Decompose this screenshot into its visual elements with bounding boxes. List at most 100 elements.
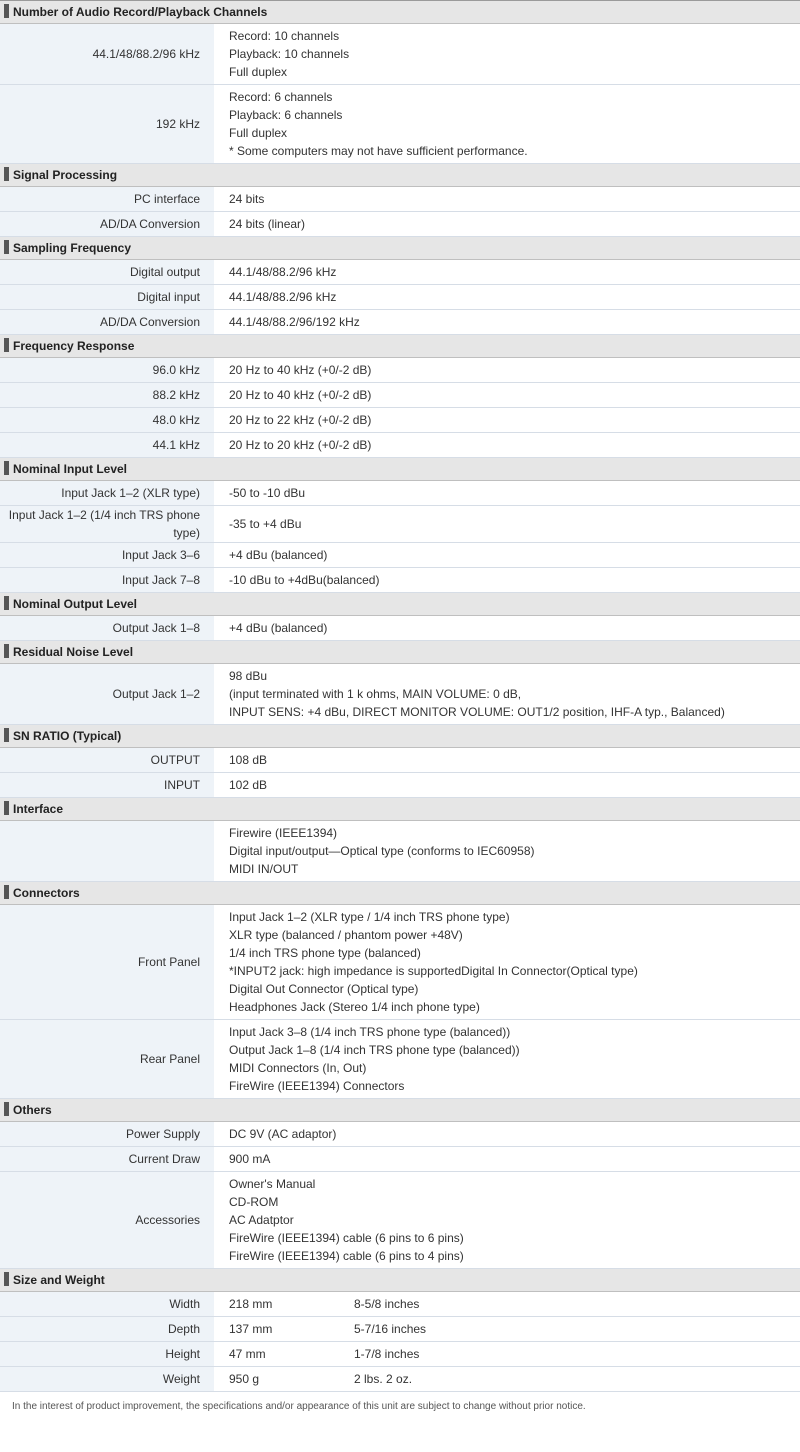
spec-value-line: Output Jack 1–8 (1/4 inch TRS phone type… xyxy=(229,1043,520,1057)
spec-label: Width xyxy=(0,1291,214,1317)
spec-value: 98 dBu (input terminated with 1 k ohms, M… xyxy=(214,663,800,725)
footer-note: In the interest of product improvement, … xyxy=(12,1401,586,1412)
section-header-cell: Sampling Frequency xyxy=(0,236,800,260)
spec-value-line: Digital Out Connector (Optical type) xyxy=(229,982,419,996)
spec-value-line: +4 dBu (balanced) xyxy=(229,548,328,562)
section-header: Signal Processing xyxy=(0,163,800,187)
spec-label: 48.0 kHz xyxy=(0,407,214,433)
spec-value-line: -10 dBu to +4dBu(balanced) xyxy=(229,573,380,587)
spec-value-line: XLR type (balanced / phantom power +48V) xyxy=(229,928,463,942)
section-header: Number of Audio Record/Playback Channels xyxy=(0,0,800,24)
section-header: Connectors xyxy=(0,881,800,905)
section-header: Interface xyxy=(0,797,800,821)
spec-row: Current Draw 900 mA xyxy=(0,1146,800,1172)
section-title: Connectors xyxy=(13,886,80,900)
spec-value-line: 44.1/48/88.2/96 kHz xyxy=(229,265,337,279)
spec-value-line: Digital input/output—Optical type (confo… xyxy=(229,844,535,858)
spec-label: Digital input xyxy=(0,284,214,310)
spec-value-line: Playback: 10 channels xyxy=(229,47,350,61)
spec-label: Input Jack 7–8 xyxy=(0,567,214,593)
spec-row: Input Jack 3–6 +4 dBu (balanced) xyxy=(0,542,800,568)
spec-row: 44.1/48/88.2/96 kHz Record: 10 channels Pl… xyxy=(0,23,800,85)
section-title: Size and Weight xyxy=(13,1273,105,1287)
spec-value: 137 mm xyxy=(214,1316,354,1342)
spec-value-line: Playback: 6 channels xyxy=(229,108,343,122)
spec-label: Output Jack 1–8 xyxy=(0,615,214,641)
spec-value-line: 900 mA xyxy=(229,1152,271,1166)
spec-label: Current Draw xyxy=(0,1146,214,1172)
spec-value: 218 mm xyxy=(214,1291,354,1317)
spec-value-line: * Some computers may not have sufficient… xyxy=(229,144,528,158)
spec-row: Power Supply DC 9V (AC adaptor) xyxy=(0,1121,800,1147)
section-marker-icon xyxy=(4,167,9,181)
section-header-cell: SN RATIO (Typical) xyxy=(0,724,800,748)
spec-sheet: Number of Audio Record/Playback Channels… xyxy=(0,0,800,1414)
spec-row: 192 kHz Record: 6 channels Playback: 6 cha… xyxy=(0,84,800,164)
spec-value: 950 g xyxy=(214,1366,354,1392)
spec-value-line: 137 mm xyxy=(229,1322,273,1336)
spec-value-line: Record: 10 channels xyxy=(229,29,340,43)
spec-value: +4 dBu (balanced) xyxy=(214,542,800,568)
spec-value: 24 bits xyxy=(214,186,800,212)
spec-value-line: 218 mm xyxy=(229,1297,273,1311)
spec-value-line: 44.1/48/88.2/96 kHz xyxy=(229,290,337,304)
spec-label: Output Jack 1–2 xyxy=(0,663,214,725)
section-title: Nominal Input Level xyxy=(13,462,128,476)
spec-value-line: Full duplex xyxy=(229,65,288,79)
section-header-cell: Size and Weight xyxy=(0,1268,800,1292)
spec-row: Input Jack 1–2 (XLR type) -50 to -10 dBu xyxy=(0,480,800,506)
spec-value-line: 20 Hz to 20 kHz (+0/-2 dB) xyxy=(229,438,372,452)
spec-value-line: 24 bits (linear) xyxy=(229,217,306,231)
spec-value-imperial: 2 lbs. 2 oz. xyxy=(354,1366,800,1392)
spec-value: DC 9V (AC adaptor) xyxy=(214,1121,800,1147)
spec-value-line: 108 dB xyxy=(229,753,268,767)
spec-row: Input Jack 7–8 -10 dBu to +4dBu(balanced) xyxy=(0,567,800,593)
spec-value-line: Owner's Manual xyxy=(229,1177,316,1191)
section-marker-icon xyxy=(4,728,9,742)
spec-row: INPUT 102 dB xyxy=(0,772,800,798)
spec-value-line: +4 dBu (balanced) xyxy=(229,621,328,635)
spec-value: 20 Hz to 22 kHz (+0/-2 dB) xyxy=(214,407,800,433)
spec-label: 96.0 kHz xyxy=(0,357,214,383)
section-marker-icon xyxy=(4,1102,9,1116)
section-title: Interface xyxy=(13,802,64,816)
section-header: Size and Weight xyxy=(0,1268,800,1292)
spec-label: Rear Panel xyxy=(0,1019,214,1099)
spec-label: Front Panel xyxy=(0,904,214,1020)
spec-table: Number of Audio Record/Playback Channels… xyxy=(0,0,800,1392)
spec-value: Firewire (IEEE1394) Digital input/output—… xyxy=(214,820,800,882)
section-header-cell: Others xyxy=(0,1098,800,1122)
spec-value: Record: 6 channels Playback: 6 channels Fu… xyxy=(214,84,800,164)
spec-label: Input Jack 1–2 (XLR type) xyxy=(0,480,214,506)
spec-label: Weight xyxy=(0,1366,214,1392)
spec-value: 20 Hz to 40 kHz (+0/-2 dB) xyxy=(214,357,800,383)
spec-value-line: FireWire (IEEE1394) Connectors xyxy=(229,1079,405,1093)
spec-value-line: 1/4 inch TRS phone type (balanced) xyxy=(229,946,421,960)
spec-value-line: DC 9V (AC adaptor) xyxy=(229,1127,337,1141)
spec-value-imperial: 8-5/8 inches xyxy=(354,1291,800,1317)
spec-value: 44.1/48/88.2/96/192 kHz xyxy=(214,309,800,335)
spec-label: Digital output xyxy=(0,259,214,285)
section-marker-icon xyxy=(4,240,9,254)
section-title: Frequency Response xyxy=(13,339,135,353)
spec-value-line: Firewire (IEEE1394) xyxy=(229,826,338,840)
spec-value: 44.1/48/88.2/96 kHz xyxy=(214,259,800,285)
section-marker-icon xyxy=(4,885,9,899)
spec-value-line: Input Jack 1–2 (XLR type / 1/4 inch TRS … xyxy=(229,910,510,924)
spec-row: 48.0 kHz 20 Hz to 22 kHz (+0/-2 dB) xyxy=(0,407,800,433)
section-marker-icon xyxy=(4,644,9,658)
spec-value: -10 dBu to +4dBu(balanced) xyxy=(214,567,800,593)
spec-label: Input Jack 3–6 xyxy=(0,542,214,568)
spec-label: PC interface xyxy=(0,186,214,212)
spec-value: +4 dBu (balanced) xyxy=(214,615,800,641)
spec-value-line: CD-ROM xyxy=(229,1195,279,1209)
spec-value-line: Full duplex xyxy=(229,126,288,140)
spec-value-line: FireWire (IEEE1394) cable (6 pins to 4 p… xyxy=(229,1249,464,1263)
spec-row: Rear Panel Input Jack 3–8 (1/4 inch TRS p… xyxy=(0,1019,800,1099)
spec-label: 192 kHz xyxy=(0,84,214,164)
spec-value-line: 24 bits xyxy=(229,192,265,206)
section-title: Sampling Frequency xyxy=(13,241,132,255)
spec-value-line: *INPUT2 jack: high impedance is supporte… xyxy=(229,964,638,978)
spec-value-line: FireWire (IEEE1394) cable (6 pins to 6 p… xyxy=(229,1231,464,1245)
spec-value-line: 20 Hz to 40 kHz (+0/-2 dB) xyxy=(229,363,372,377)
